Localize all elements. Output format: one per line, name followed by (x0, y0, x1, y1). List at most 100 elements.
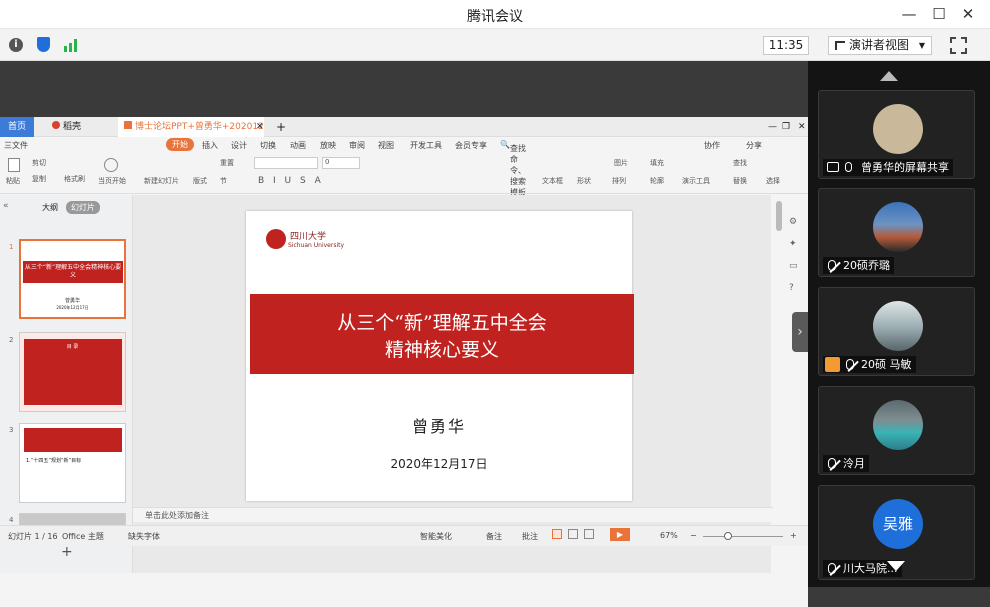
wps-right-toolstrip: ⚙ ✦ ▭ ? (771, 195, 808, 573)
chevron-right-icon[interactable]: › (792, 312, 808, 352)
animation-icon[interactable]: ✦ (789, 239, 797, 249)
menu-dev[interactable]: 开发工具 (410, 140, 442, 151)
mic-muted-icon (846, 359, 854, 370)
zoom-slider-thumb[interactable] (724, 532, 732, 540)
current-slide[interactable]: 四川大学 Sichuan University 从三个“新”理解五中全会 精神核… (246, 211, 634, 501)
tab-daoke-label: 稻壳 (63, 122, 82, 132)
presenter-view-dropdown[interactable]: 演讲者视图 ▼ (828, 36, 932, 55)
slide-title-line1: 从三个“新”理解五中全会 (337, 312, 547, 334)
participant-tile[interactable]: 曾勇华的屏幕共享 (818, 90, 975, 179)
ribbon-cut[interactable]: 剪切 (32, 158, 46, 168)
participant-tile[interactable]: 20硕 马敏 (818, 287, 975, 376)
tab-daoke[interactable]: 稻壳 (46, 117, 87, 137)
fullscreen-icon[interactable] (950, 37, 967, 54)
title-band: 从三个“新”理解五中全会 精神核心要义 (250, 294, 634, 374)
participant-name-bar: 20硕乔璐 (823, 257, 894, 274)
scrollbar-thumb[interactable] (776, 201, 782, 231)
ribbon-find[interactable]: 查找 (733, 158, 747, 168)
ribbon-select[interactable]: 选择 (766, 176, 780, 186)
maximize-icon[interactable]: ☐ (929, 5, 949, 23)
collapse-pane-icon[interactable]: « (3, 201, 9, 211)
ribbon-format-painter[interactable]: 格式刷 (64, 174, 85, 184)
shield-icon[interactable] (37, 37, 50, 52)
menu-review[interactable]: 审阅 (349, 140, 365, 151)
play-slideshow-button[interactable]: ▶ (610, 528, 630, 541)
ribbon-paste[interactable]: 粘贴 (6, 176, 20, 186)
ribbon-present-tool[interactable]: 演示工具 (682, 176, 710, 186)
participant-name-bar: 20硕 马敏 (823, 356, 916, 373)
scroll-down-icon[interactable] (887, 561, 905, 571)
ribbon-section[interactable]: 节 (220, 176, 227, 186)
slide-switch-icon[interactable]: ▭ (789, 261, 798, 271)
close-icon[interactable]: ✕ (958, 5, 978, 23)
menu-share[interactable]: 分享 (746, 140, 762, 151)
font-name-field[interactable] (254, 157, 318, 169)
ribbon-shape[interactable]: 形状 (577, 176, 591, 186)
status-missing-font[interactable]: 缺失字体 (128, 531, 160, 542)
menu-search[interactable]: 🔍 查找命令、搜索模板 (500, 140, 526, 197)
info-icon[interactable]: i (9, 38, 23, 52)
normal-view-icon[interactable] (552, 529, 562, 539)
menu-file[interactable]: 三文件 (4, 140, 28, 151)
university-logo-icon (266, 229, 286, 249)
font-size-field[interactable]: 0 (322, 157, 360, 169)
mic-muted-icon (828, 260, 836, 271)
menu-animation[interactable]: 动画 (290, 140, 306, 151)
notes-area[interactable]: 单击此处添加备注 (133, 507, 773, 522)
presenter-view-label: 演讲者视图 (849, 38, 910, 52)
signal-icon[interactable] (64, 38, 80, 52)
tab-home[interactable]: 首页 (0, 117, 34, 137)
ribbon-arrange[interactable]: 排列 (612, 176, 626, 186)
thumb-date: 2020年12月17日 (56, 305, 89, 310)
zoom-out-icon[interactable]: − (690, 531, 697, 540)
status-comments[interactable]: 批注 (522, 531, 538, 542)
status-notes[interactable]: 备注 (486, 531, 502, 542)
slide-thumbnail-4[interactable] (19, 513, 126, 525)
ribbon-textbox[interactable]: 文本框 (542, 176, 563, 186)
menu-view[interactable]: 视图 (378, 140, 394, 151)
slide-thumbnail-1[interactable]: 从三个“新”理解五中全会精神核心要义 曾勇华 2020年12月17日 (19, 239, 126, 319)
menu-insert[interactable]: 插入 (202, 140, 218, 151)
slide-thumbnail-3[interactable]: 1.“十四五”规划“新”目标 (19, 423, 126, 503)
status-theme: Office 主题 (62, 532, 104, 541)
menu-design[interactable]: 设计 (231, 140, 247, 151)
daoke-icon (52, 121, 60, 129)
mic-muted-icon (828, 458, 836, 469)
menu-member[interactable]: 会员专享 (455, 140, 487, 151)
thumb-number: 4 (9, 516, 14, 524)
minimize-icon[interactable]: — (899, 5, 919, 23)
menu-switch[interactable]: 切换 (260, 140, 276, 151)
participant-tile[interactable]: 泠月 (818, 386, 975, 475)
scroll-up-icon[interactable] (880, 71, 898, 81)
tab-close-icon[interactable]: ✕ (250, 117, 270, 137)
zoom-in-icon[interactable]: + (790, 531, 797, 540)
menu-collab[interactable]: 协作 (704, 140, 720, 151)
sorter-view-icon[interactable] (568, 529, 578, 539)
ribbon-replace[interactable]: 替换 (733, 176, 747, 186)
help-icon[interactable]: ? (789, 283, 794, 293)
ribbon-layout[interactable]: 版式 (193, 176, 207, 186)
ribbon-reset[interactable]: 重置 (220, 158, 234, 168)
menu-start[interactable]: 开始 (166, 138, 194, 151)
slide-thumbnail-2[interactable]: 目 录 (19, 332, 126, 412)
notes-placeholder: 单击此处添加备注 (145, 511, 209, 520)
ribbon-new-slide[interactable]: 新建幻灯片 (144, 176, 179, 186)
ribbon-fill[interactable]: 填充 (650, 158, 664, 168)
property-icon[interactable]: ⚙ (789, 217, 797, 227)
add-slide-icon[interactable]: + (61, 544, 73, 560)
new-tab-button[interactable]: + (270, 117, 292, 137)
tab-document[interactable]: 博士论坛PPT+曾勇华+20201217 (118, 117, 264, 137)
ribbon-outline[interactable]: 轮廓 (650, 176, 664, 186)
reading-view-icon[interactable] (584, 529, 594, 539)
zoom-slider[interactable] (703, 536, 783, 537)
thumb-number: 1 (9, 243, 14, 251)
ribbon-picture[interactable]: 图片 (614, 158, 628, 168)
tab-slides[interactable]: 幻灯片 (66, 201, 100, 214)
ribbon-copy[interactable]: 复制 (32, 174, 46, 184)
status-beautify[interactable]: 智能美化 (420, 531, 452, 542)
tab-outline[interactable]: 大纲 (42, 202, 58, 213)
font-style-buttons[interactable]: B I U S A (258, 176, 324, 186)
menu-slideshow[interactable]: 放映 (320, 140, 336, 151)
ribbon-from-current[interactable]: 当页开始 (98, 176, 126, 186)
participant-tile[interactable]: 20硕乔璐 (818, 188, 975, 277)
